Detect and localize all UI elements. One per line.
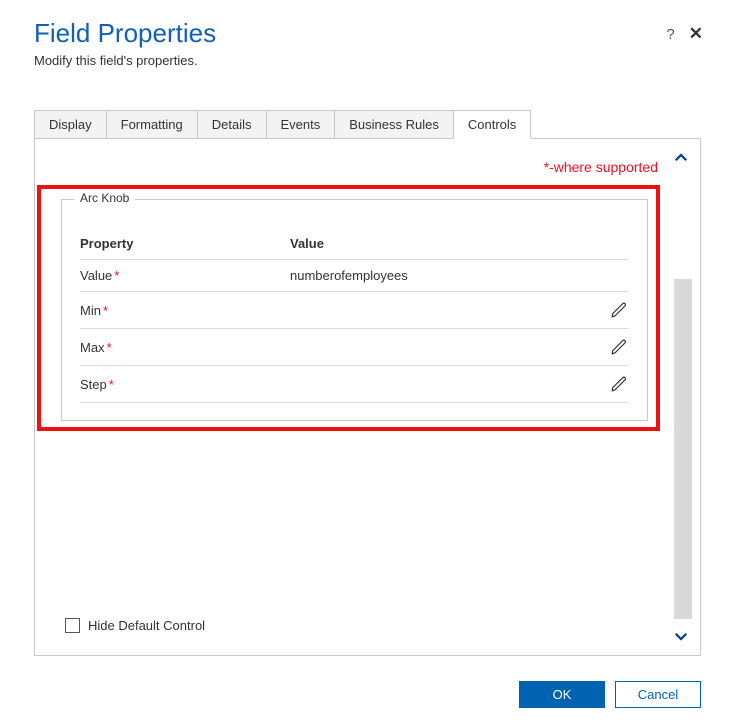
hide-default-label: Hide Default Control xyxy=(88,618,205,633)
supported-note: *-where supported xyxy=(544,159,658,175)
hide-default-control-checkbox[interactable]: Hide Default Control xyxy=(65,618,205,633)
tab-business-rules[interactable]: Business Rules xyxy=(334,110,454,139)
row-min: Min* xyxy=(80,292,629,329)
tabs: Display Formatting Details Events Busine… xyxy=(34,110,701,139)
help-icon[interactable]: ? xyxy=(666,26,674,43)
group-legend: Arc Knob xyxy=(74,191,135,205)
required-mark: * xyxy=(103,303,108,318)
tab-area: Display Formatting Details Events Busine… xyxy=(34,110,701,656)
required-mark: * xyxy=(114,268,119,283)
prop-value: numberofemployees xyxy=(290,268,593,283)
arc-knob-group: Arc Knob Property Value Value* numberofe… xyxy=(61,199,648,421)
row-step: Step* xyxy=(80,366,629,403)
prop-label: Value* xyxy=(80,268,290,283)
ok-button[interactable]: OK xyxy=(519,681,605,708)
prop-name: Min xyxy=(80,303,101,318)
dialog-subtitle: Modify this field's properties. xyxy=(34,53,701,68)
prop-label: Max* xyxy=(80,340,290,355)
header-icons: ? ✕ xyxy=(666,24,703,44)
dialog-header: Field Properties Modify this field's pro… xyxy=(34,18,701,68)
dialog-title: Field Properties xyxy=(34,18,701,49)
prop-name: Step xyxy=(80,377,107,392)
checkbox-icon xyxy=(65,618,80,633)
prop-name: Value xyxy=(80,268,112,283)
required-mark: * xyxy=(109,377,114,392)
panel-inner: *-where supported Arc Knob Property Valu… xyxy=(51,161,658,639)
scrollbar-track[interactable] xyxy=(674,279,692,619)
tab-details[interactable]: Details xyxy=(197,110,267,139)
prop-name: Max xyxy=(80,340,105,355)
col-header-value: Value xyxy=(290,236,593,251)
grid-header: Property Value xyxy=(80,228,629,260)
cancel-button[interactable]: Cancel xyxy=(615,681,701,708)
tab-events[interactable]: Events xyxy=(266,110,336,139)
scroll-down-icon[interactable] xyxy=(670,625,692,647)
controls-panel: *-where supported Arc Knob Property Valu… xyxy=(34,138,701,656)
scroll-up-icon[interactable] xyxy=(670,147,692,169)
prop-label: Min* xyxy=(80,303,290,318)
dialog-footer: OK Cancel xyxy=(519,681,701,708)
tab-display[interactable]: Display xyxy=(34,110,107,139)
prop-label: Step* xyxy=(80,377,290,392)
required-mark: * xyxy=(107,340,112,355)
row-max: Max* xyxy=(80,329,629,366)
close-icon[interactable]: ✕ xyxy=(689,24,703,44)
tab-controls[interactable]: Controls xyxy=(453,110,531,139)
property-grid: Property Value Value* numberofemployees xyxy=(62,228,647,403)
row-value: Value* numberofemployees xyxy=(80,260,629,292)
edit-icon[interactable] xyxy=(609,300,629,320)
tab-formatting[interactable]: Formatting xyxy=(106,110,198,139)
col-header-property: Property xyxy=(80,236,290,251)
edit-icon[interactable] xyxy=(609,337,629,357)
field-properties-dialog: Field Properties Modify this field's pro… xyxy=(0,0,731,722)
edit-icon[interactable] xyxy=(609,374,629,394)
